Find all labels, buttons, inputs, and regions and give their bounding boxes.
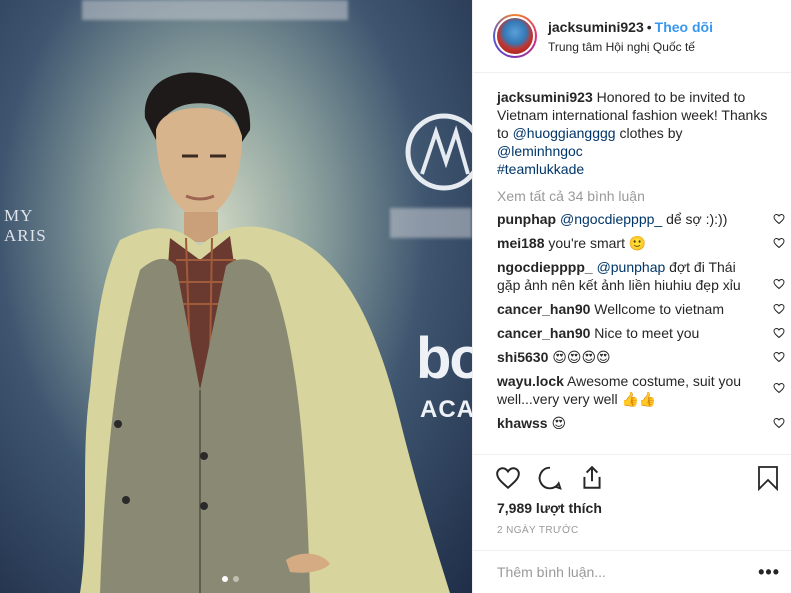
- comment: wayu.lock Awesome costume, suit you well…: [497, 372, 785, 408]
- comment-text: dể sợ :):)): [662, 211, 728, 227]
- comment-like-heart-icon[interactable]: [773, 382, 785, 394]
- post-caption: jacksumini923 Honored to be invited to V…: [497, 88, 775, 178]
- carousel-dot-active: [222, 576, 228, 582]
- comment-username[interactable]: mei188: [497, 235, 544, 251]
- comment: shi5630 😍😍😍😍: [497, 348, 785, 366]
- comment: mei188 you're smart 🙂: [497, 234, 785, 252]
- comment-text: Nice to meet you: [594, 325, 700, 341]
- caption-hashtag[interactable]: #teamlukkade: [497, 161, 584, 177]
- view-all-comments-link[interactable]: Xem tất cả 34 bình luận: [497, 188, 775, 204]
- comment-username[interactable]: cancer_han90: [497, 325, 590, 341]
- comment: ngocdiepppp_ @punphap đợt đi Thái gặp ản…: [497, 258, 785, 294]
- comment-like-heart-icon[interactable]: [773, 237, 785, 249]
- comment-text: Wellcome to vietnam: [594, 301, 724, 317]
- author-username[interactable]: jacksumini923: [548, 19, 644, 35]
- post-header: jacksumini923 • Theo dõi Trung tâm Hội ngh…: [473, 0, 791, 73]
- location-link[interactable]: Trung tâm Hội nghị Quốc tế: [548, 40, 713, 54]
- heart-icon[interactable]: [495, 465, 521, 491]
- comment-username[interactable]: wayu.lock: [497, 373, 564, 389]
- add-comment-bar: •••: [473, 550, 791, 593]
- post-photo[interactable]: MY ARIS bo ACA: [0, 0, 472, 593]
- comment: cancer_han90 Nice to meet you: [497, 324, 785, 342]
- backdrop-text-line: MY: [4, 206, 34, 225]
- comment-username[interactable]: cancer_han90: [497, 301, 590, 317]
- comments-list: jacksumini923 Honored to be invited to V…: [497, 88, 785, 438]
- more-options-icon[interactable]: •••: [758, 562, 780, 583]
- caption-mention[interactable]: @huoggiangggg: [513, 125, 616, 141]
- comment: punphap @ngocdiepppp_ dể sợ :):)): [497, 210, 785, 228]
- comment-mention[interactable]: @punphap: [597, 259, 666, 275]
- comment-mention[interactable]: @ngocdiepppp_: [560, 211, 662, 227]
- comment-username[interactable]: ngocdiepppp_: [497, 259, 593, 275]
- post-timestamp[interactable]: 2 NGÀY TRƯỚC: [497, 525, 579, 536]
- comment-text: 😍😍😍😍: [552, 349, 611, 365]
- backdrop-text-line: ARIS: [4, 226, 47, 245]
- post-side-panel: jacksumini923 • Theo dõi Trung tâm Hội ngh…: [472, 0, 791, 593]
- carousel-indicator: [222, 576, 239, 582]
- backdrop-text-left: MY ARIS: [4, 206, 47, 246]
- caption-text: clothes by: [615, 125, 683, 141]
- comment-like-heart-icon[interactable]: [773, 417, 785, 429]
- bookmark-icon[interactable]: [756, 465, 780, 491]
- comment-username[interactable]: khawss: [497, 415, 548, 431]
- comment: cancer_han90 Wellcome to vietnam: [497, 300, 785, 318]
- comment: khawss 😍: [497, 414, 785, 432]
- likes-count[interactable]: 7,989 lượt thích: [497, 500, 602, 516]
- share-icon[interactable]: [579, 465, 605, 491]
- comment-like-heart-icon[interactable]: [773, 327, 785, 339]
- comment-like-heart-icon[interactable]: [773, 213, 785, 225]
- comment-like-heart-icon[interactable]: [773, 278, 785, 290]
- comment-icon[interactable]: [537, 465, 563, 491]
- post-actions: 7,989 lượt thích 2 NGÀY TRƯỚC: [473, 454, 791, 564]
- comment-like-heart-icon[interactable]: [773, 351, 785, 363]
- comment-username[interactable]: shi5630: [497, 349, 548, 365]
- person-figure: [80, 72, 450, 593]
- comment-like-heart-icon[interactable]: [773, 303, 785, 315]
- caption-mention[interactable]: @leminhngoc: [497, 143, 583, 159]
- comment-text: you're smart 🙂: [548, 235, 647, 251]
- caption-username[interactable]: jacksumini923: [497, 89, 593, 105]
- comment-text: 😍: [551, 415, 567, 431]
- comment-input[interactable]: [497, 564, 737, 580]
- avatar[interactable]: [493, 14, 537, 58]
- comment-username[interactable]: punphap: [497, 211, 556, 227]
- blurred-backdrop-text: [82, 0, 348, 20]
- carousel-dot: [233, 576, 239, 582]
- header-separator: •: [646, 18, 652, 35]
- follow-button[interactable]: Theo dõi: [655, 19, 713, 35]
